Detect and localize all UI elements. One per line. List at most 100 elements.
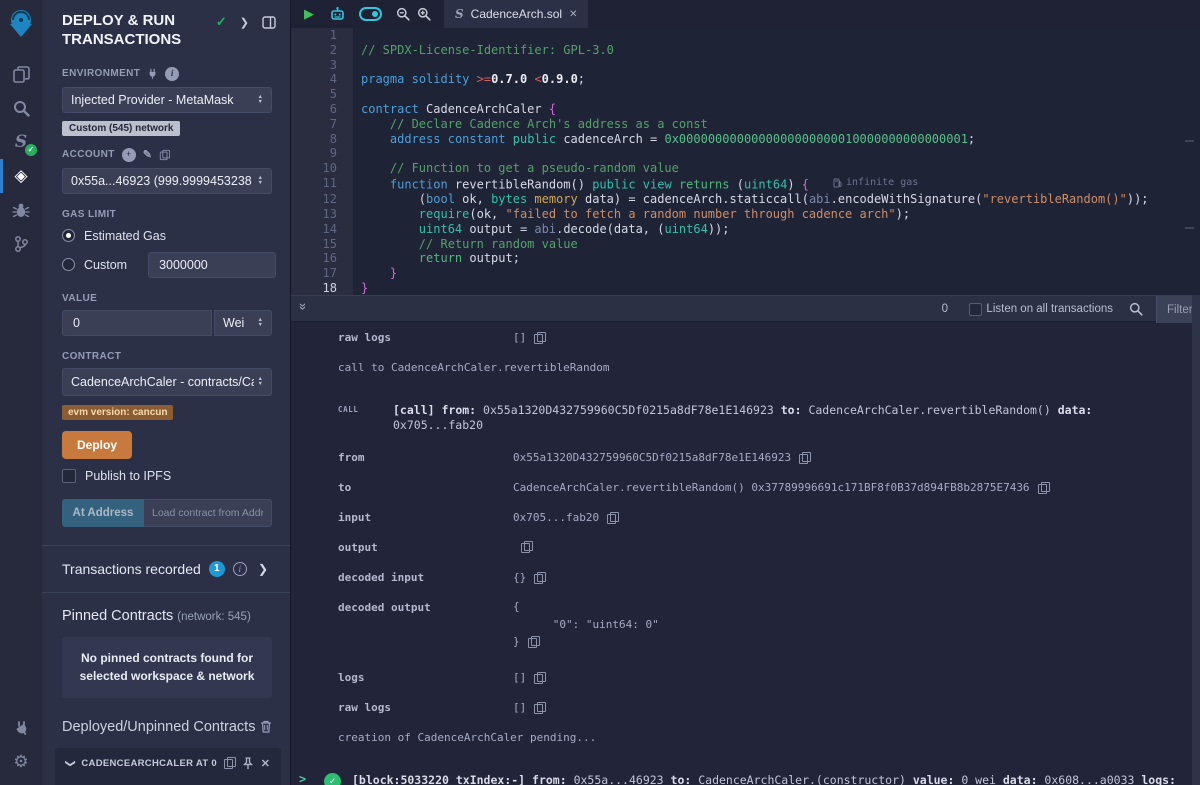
copy-icon[interactable] <box>534 572 545 584</box>
terminal-collapse-icon[interactable]: « <box>294 305 309 310</box>
collapse-contract-icon[interactable]: ❯ <box>65 759 76 767</box>
code-line[interactable]: 12 (bool ok, bytes memory data) = cadenc… <box>291 192 1200 207</box>
line-number: 15 <box>291 237 353 252</box>
code-line[interactable]: 17 } <box>291 266 1200 281</box>
remove-contract-icon[interactable]: ✕ <box>261 757 270 770</box>
estimated-gas-label: Estimated Gas <box>84 229 166 243</box>
edit-account-icon[interactable]: ✎ <box>143 148 153 161</box>
search-icon[interactable] <box>0 91 42 125</box>
zoom-out-icon[interactable] <box>396 7 410 21</box>
code-line[interactable]: 15 // Return random value <box>291 237 1200 252</box>
code-line[interactable]: 9 <box>291 146 1200 161</box>
code-text: address constant public cadenceArch = 0x… <box>353 132 975 147</box>
copy-icon[interactable] <box>1038 482 1049 494</box>
deployed-contracts-title: Deployed/Unpinned Contracts <box>62 719 255 735</box>
code-line[interactable]: 18} <box>291 281 1200 295</box>
copy-icon[interactable] <box>534 332 545 344</box>
row-value: [] <box>513 671 545 684</box>
line-number: 2 <box>291 43 353 58</box>
copy-icon[interactable] <box>534 672 545 684</box>
copy-icon[interactable] <box>521 541 532 553</box>
line-number: 14 <box>291 222 353 237</box>
code-line[interactable]: 7 // Declare Cadence Arch's address as a… <box>291 117 1200 132</box>
deploy-button[interactable]: Deploy <box>62 431 132 459</box>
transactions-info-icon[interactable]: i <box>233 562 247 576</box>
environment-label: ENVIRONMENT <box>62 68 140 79</box>
code-line[interactable]: 4pragma solidity >=0.7.0 <0.9.0; <box>291 72 1200 87</box>
remix-app: S ✓ ◈ ⚙ DEPLOY & RUN TRANSACTIONS ✓ ❯ <box>0 0 1200 785</box>
code-line[interactable]: 5 <box>291 87 1200 102</box>
add-account-icon[interactable]: + <box>122 148 136 162</box>
publish-ipfs-checkbox[interactable] <box>62 469 76 483</box>
value-unit-select[interactable]: Wei ▲▼ <box>214 310 272 336</box>
terminal-block-summary[interactable]: ✓[block:5033220 txIndex:-] from: 0x55a..… <box>324 773 1180 785</box>
deployed-contract-title: CADENCEARCHCALER AT 0X <box>81 758 216 769</box>
account-select[interactable]: 0x55a...46923 (999.9999453238 ▲▼ <box>62 168 272 194</box>
copilot-toggle[interactable] <box>359 7 382 21</box>
row-key: raw logs <box>338 701 513 714</box>
select-arrows-icon: ▲▼ <box>258 318 263 327</box>
code-line[interactable]: 2// SPDX-License-Identifier: GPL-3.0 <box>291 43 1200 58</box>
estimated-gas-radio[interactable] <box>62 229 75 242</box>
custom-gas-radio[interactable] <box>62 258 75 271</box>
terminal-search-icon[interactable] <box>1129 302 1143 321</box>
pin-panel-icon[interactable] <box>262 16 276 29</box>
pin-contract-icon[interactable] <box>242 757 254 770</box>
listen-all-label: Listen on all transactions <box>986 303 1113 315</box>
listen-all-checkbox[interactable] <box>969 303 982 316</box>
divider <box>42 592 290 593</box>
copy-icon[interactable] <box>528 636 539 648</box>
code-line[interactable]: 3 <box>291 58 1200 73</box>
terminal-prompt[interactable]: > <box>299 772 306 785</box>
row-key: input <box>338 511 513 524</box>
code-line[interactable]: 16 return output; <box>291 251 1200 266</box>
row-key: raw logs <box>338 331 513 344</box>
transactions-expand-icon[interactable]: ❯ <box>258 562 268 576</box>
value-input[interactable] <box>62 310 212 336</box>
chevron-right-icon[interactable]: ❯ <box>240 16 249 29</box>
tab-cadencearch-sol[interactable]: S CadenceArch.sol ✕ <box>444 0 588 28</box>
publish-ipfs-label: Publish to IPFS <box>85 469 171 483</box>
terminal-call-summary[interactable]: call[call] from: 0x55a1320D432759960C5Df… <box>338 403 1180 433</box>
select-arrows-icon: ▲▼ <box>258 377 263 386</box>
terminal-kv-row: logs[] <box>338 671 1180 684</box>
copy-icon[interactable] <box>607 512 618 524</box>
solidity-compiler-icon[interactable]: S ✓ <box>0 125 42 159</box>
at-address-button[interactable]: At Address <box>62 499 144 527</box>
code-text: return output; <box>353 251 520 266</box>
debugger-icon[interactable] <box>0 193 42 227</box>
trash-icon[interactable] <box>260 720 272 733</box>
code-line[interactable]: 10 // Function to get a pseudo-random va… <box>291 161 1200 176</box>
code-text: contract CadenceArchCaler { <box>353 102 556 117</box>
copy-account-icon[interactable] <box>160 149 169 159</box>
code-line[interactable]: 14 uint64 output = abi.decode(data, (uin… <box>291 222 1200 237</box>
file-explorer-icon[interactable] <box>0 57 42 91</box>
environment-info-icon[interactable]: i <box>165 67 179 81</box>
code-text <box>353 146 361 161</box>
copy-icon[interactable] <box>534 702 545 714</box>
zoom-in-icon[interactable] <box>417 7 431 21</box>
code-line[interactable]: 8 address constant public cadenceArch = … <box>291 132 1200 147</box>
contract-select[interactable]: CadenceArchCaler - contracts/Cac ▲▼ <box>62 368 272 396</box>
terminal-scrollbar[interactable] <box>1192 295 1200 785</box>
code-line[interactable]: 6contract CadenceArchCaler { <box>291 102 1200 117</box>
code-line[interactable]: 13 require(ok, "failed to fetch a random… <box>291 207 1200 222</box>
plug-icon[interactable] <box>147 68 158 79</box>
ai-assistant-icon[interactable] <box>329 6 346 22</box>
custom-gas-input[interactable] <box>148 252 276 278</box>
git-icon[interactable] <box>0 227 42 261</box>
code-text: // Declare Cadence Arch's address as a c… <box>353 117 708 132</box>
environment-select[interactable]: Injected Provider - MetaMask ▲▼ <box>62 87 272 113</box>
close-tab-icon[interactable]: ✕ <box>569 9 577 20</box>
at-address-input[interactable] <box>144 499 272 527</box>
deploy-run-icon[interactable]: ◈ <box>0 159 42 193</box>
remix-logo-icon <box>7 8 35 43</box>
plugin-manager-icon[interactable] <box>0 711 42 745</box>
code-line[interactable]: 11 function revertibleRandom() public vi… <box>291 176 1200 192</box>
line-number: 9 <box>291 146 353 161</box>
code-line[interactable]: 1 <box>291 28 1200 43</box>
run-script-icon[interactable]: ▶ <box>304 6 314 22</box>
settings-icon[interactable]: ⚙ <box>0 745 42 779</box>
copy-address-icon[interactable] <box>224 757 235 769</box>
copy-icon[interactable] <box>799 452 810 464</box>
